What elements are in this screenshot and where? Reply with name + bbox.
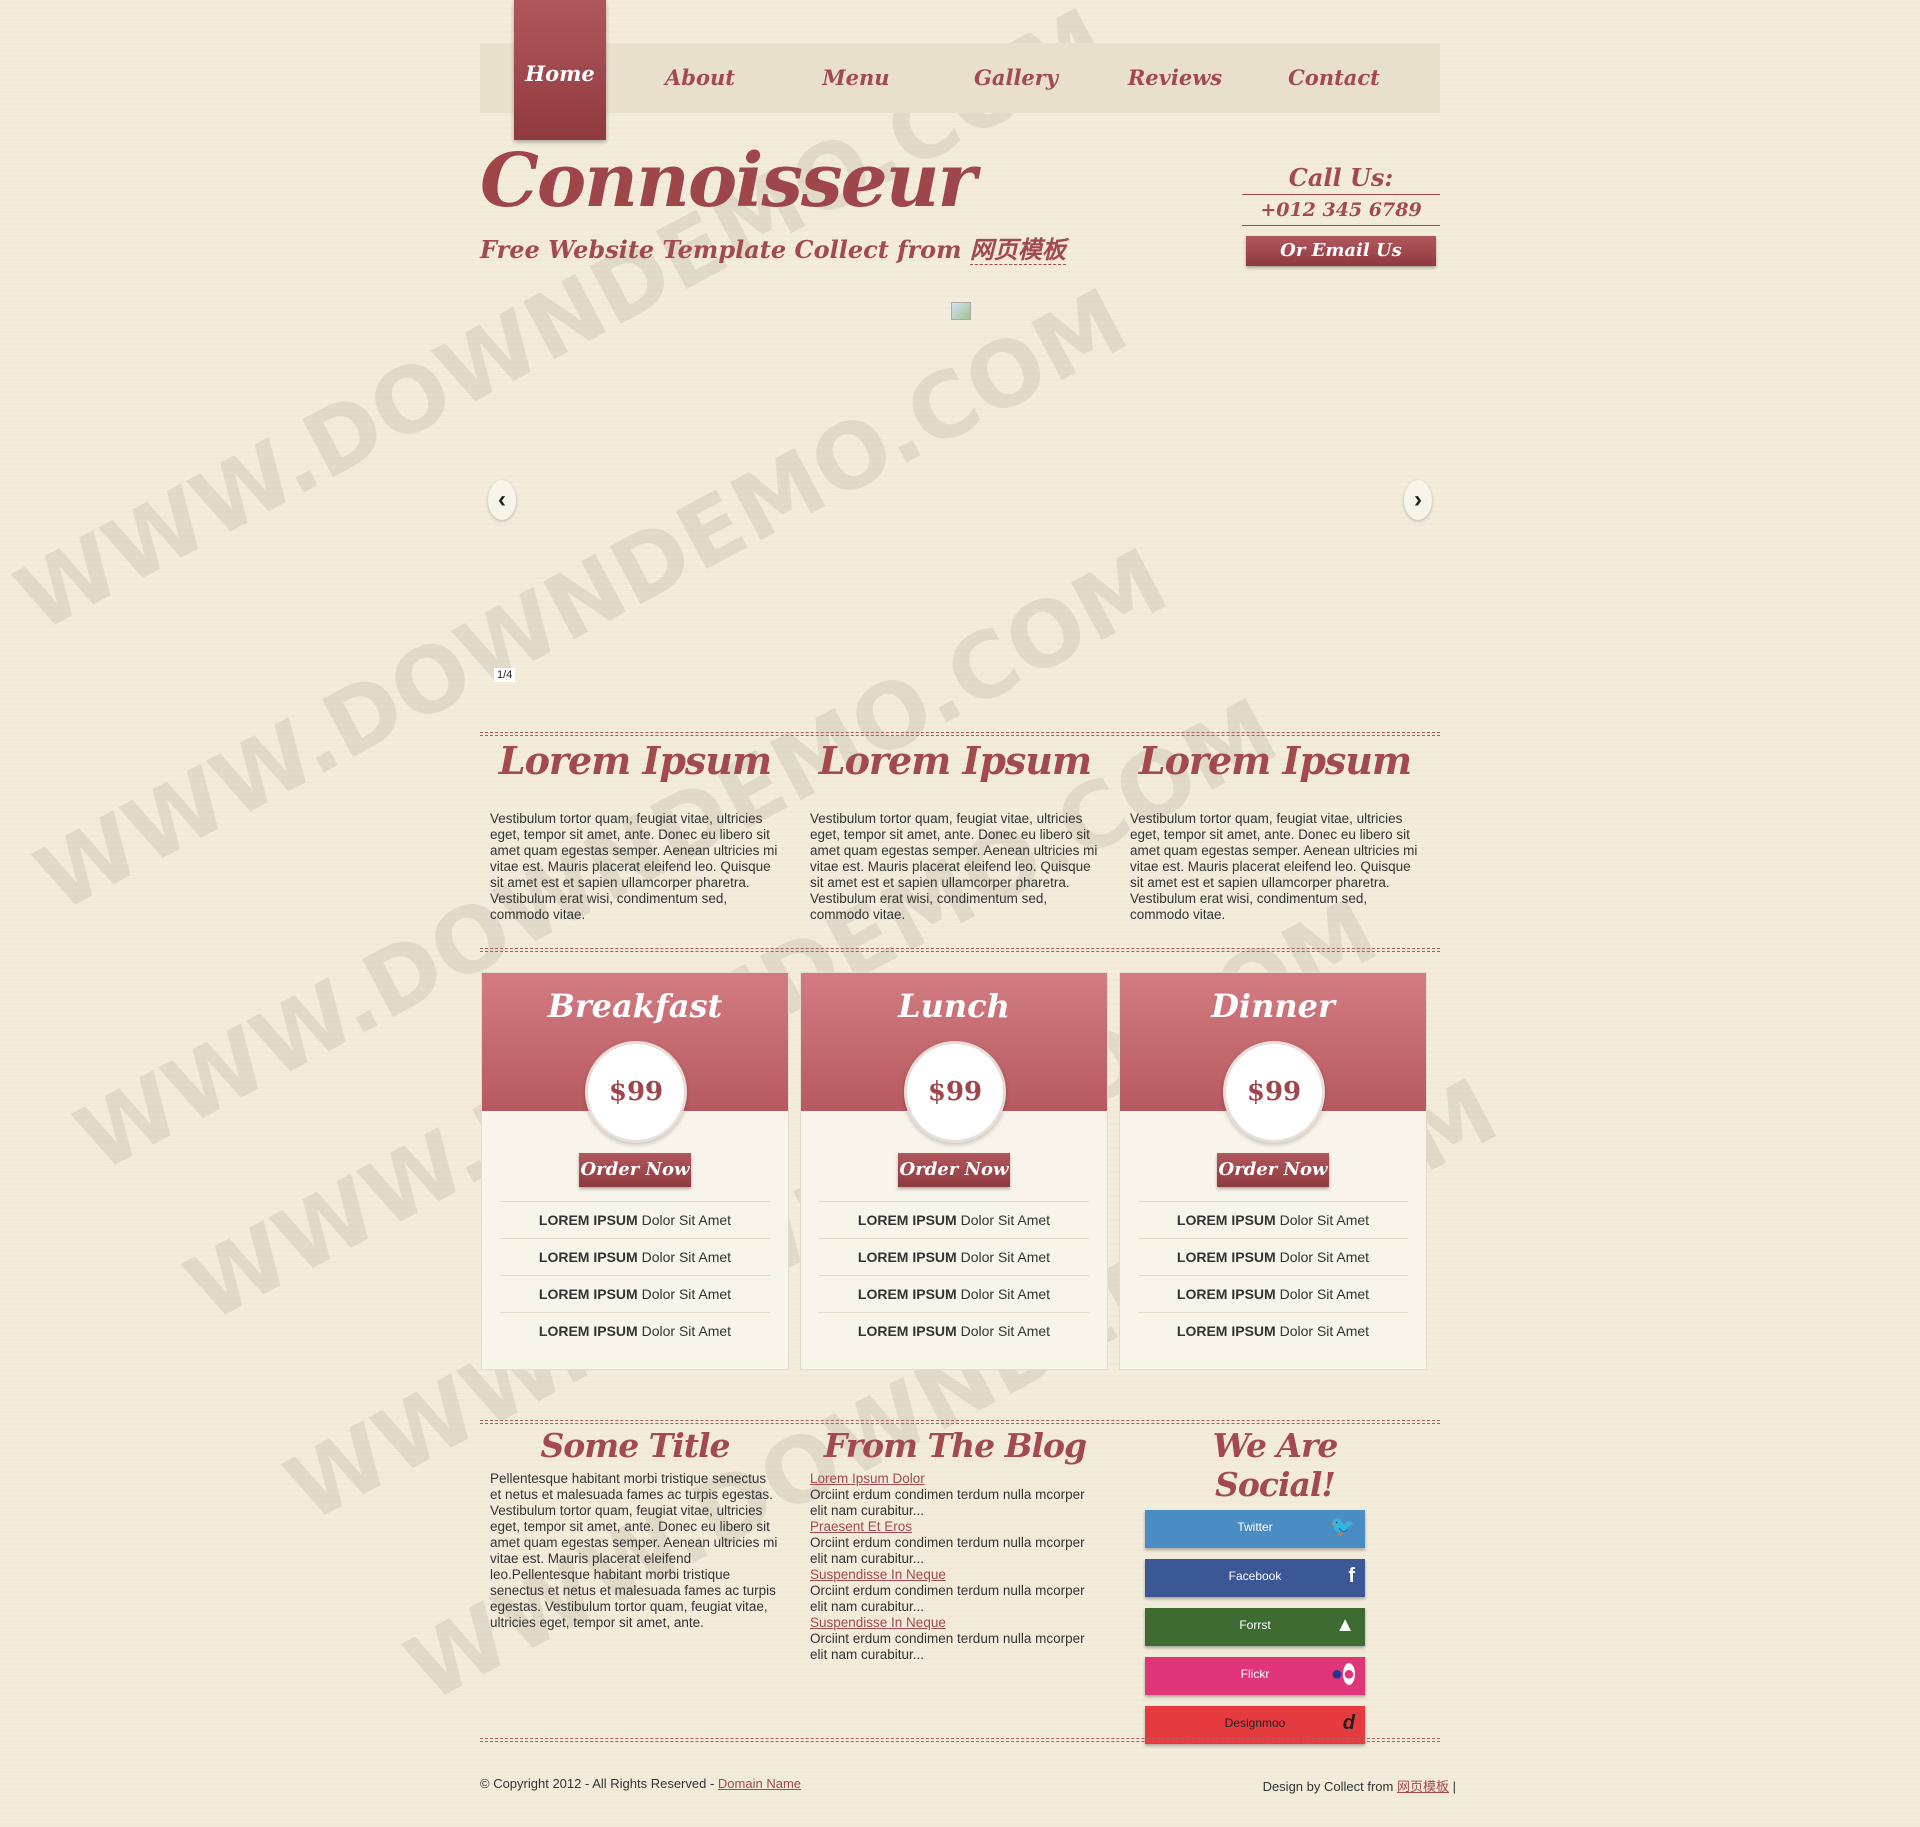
phone-number: +012 345 6789 <box>1242 195 1440 226</box>
pricing-card-lunch: Lunch $99 Order Now LOREM IPSUM Dolor Si… <box>800 972 1108 1370</box>
intro-title: Lorem Ipsum <box>498 738 772 783</box>
forrst-button[interactable]: Forrst ▲ <box>1145 1608 1365 1646</box>
social-label: Designmoo <box>1224 1716 1286 1730</box>
price-badge: $99 <box>1223 1041 1325 1143</box>
nav-home-label: Home <box>525 61 595 86</box>
tagline-link[interactable]: 网页模板 <box>969 235 1066 265</box>
copyright: © Copyright 2012 - All Rights Reserved -… <box>480 1776 801 1791</box>
feature-item: LOREM IPSUM Dolor Sit Amet <box>819 1275 1089 1312</box>
divider <box>480 948 1440 952</box>
design-credit-link[interactable]: 网页模板 <box>1397 1779 1449 1794</box>
slider-counter: 1/4 <box>494 668 516 682</box>
nav-item-menu[interactable]: Menu <box>806 43 906 113</box>
feature-item: LOREM IPSUM Dolor Sit Amet <box>500 1312 770 1349</box>
divider <box>480 1738 1440 1742</box>
blog-widget: From The Blog Lorem Ipsum Dolor Orciint … <box>810 1426 1100 1663</box>
pricing-card-breakfast: Breakfast $99 Order Now LOREM IPSUM Dolo… <box>481 972 789 1370</box>
facebook-button[interactable]: Facebook f <box>1145 1559 1365 1597</box>
feature-item: LOREM IPSUM Dolor Sit Amet <box>500 1275 770 1312</box>
designmoo-icon: d <box>1342 1712 1355 1734</box>
feature-item: LOREM IPSUM Dolor Sit Amet <box>1138 1275 1408 1312</box>
feature-item: LOREM IPSUM Dolor Sit Amet <box>1138 1312 1408 1349</box>
twitter-button[interactable]: Twitter 🐦 <box>1145 1510 1365 1548</box>
design-credit-suffix: | <box>1452 1779 1456 1794</box>
card-title: Dinner <box>1211 987 1335 1025</box>
widget-title: From The Blog <box>823 1426 1087 1465</box>
slider-image <box>951 302 971 320</box>
social-widget: We Are Social! Twitter 🐦 Facebook f Forr… <box>1145 1426 1390 1770</box>
feature-list: LOREM IPSUM Dolor Sit Amet LOREM IPSUM D… <box>500 1201 770 1349</box>
flickr-icon: ●● <box>1330 1663 1355 1685</box>
tagline-text: Free Website Template Collect from <box>480 235 962 264</box>
facebook-icon: f <box>1348 1565 1355 1587</box>
blog-post-link[interactable]: Suspendisse In Neque <box>810 1567 1100 1583</box>
nav-item-about[interactable]: About <box>650 43 750 113</box>
call-us-title: Call Us: <box>1242 163 1440 195</box>
divider <box>480 1420 1440 1424</box>
some-title-widget: Some Title Pellentesque habitant morbi t… <box>490 1426 780 1631</box>
intro-text: Vestibulum tortor quam, feugiat vitae, u… <box>810 811 1098 922</box>
pricing-card-dinner: Dinner $99 Order Now LOREM IPSUM Dolor S… <box>1119 972 1427 1370</box>
feature-item: LOREM IPSUM Dolor Sit Amet <box>819 1238 1089 1275</box>
flickr-button[interactable]: Flickr ●● <box>1145 1657 1365 1695</box>
blog-post-excerpt: Orciint erdum condimen terdum nulla mcor… <box>810 1631 1085 1662</box>
site-logo[interactable]: Connoisseur <box>480 138 977 224</box>
forrst-icon: ▲ <box>1335 1614 1355 1636</box>
feature-list: LOREM IPSUM Dolor Sit Amet LOREM IPSUM D… <box>1138 1201 1408 1349</box>
nav-item-reviews[interactable]: Reviews <box>1125 43 1225 113</box>
price-badge: $99 <box>585 1041 687 1143</box>
price-badge: $99 <box>904 1041 1006 1143</box>
call-us-box: Call Us: +012 345 6789 Or Email Us <box>1242 163 1440 266</box>
nav-item-home[interactable]: Home <box>514 0 606 140</box>
copyright-text: © Copyright 2012 - All Rights Reserved - <box>480 1776 715 1791</box>
intro-text: Vestibulum tortor quam, feugiat vitae, u… <box>1130 811 1418 922</box>
order-now-button[interactable]: Order Now <box>579 1153 691 1187</box>
intro-title: Lorem Ipsum <box>1138 738 1412 783</box>
domain-link[interactable]: Domain Name <box>718 1776 801 1791</box>
slider-prev-button[interactable]: ‹ <box>488 480 516 520</box>
chevron-right-icon: › <box>1414 486 1422 513</box>
nav-item-gallery[interactable]: Gallery <box>966 43 1066 113</box>
intro-title: Lorem Ipsum <box>818 738 1092 783</box>
intro-column: Lorem Ipsum Vestibulum tortor quam, feug… <box>810 738 1100 923</box>
design-credit: Design by Collect from 网页模板 | <box>1263 1776 1456 1795</box>
widget-text: Pellentesque habitant morbi tristique se… <box>490 1471 778 1630</box>
widget-title: We Are Social! <box>1212 1426 1339 1504</box>
feature-list: LOREM IPSUM Dolor Sit Amet LOREM IPSUM D… <box>819 1201 1089 1349</box>
design-credit-text: Design by Collect from <box>1262 1779 1394 1794</box>
chevron-left-icon: ‹ <box>498 486 506 513</box>
nav-item-contact[interactable]: Contact <box>1284 43 1384 113</box>
social-label: Facebook <box>1228 1569 1282 1583</box>
site-tagline: Free Website Template Collect from 网页模板 <box>480 230 1066 265</box>
intro-text: Vestibulum tortor quam, feugiat vitae, u… <box>490 811 778 922</box>
card-title: Breakfast <box>547 987 723 1025</box>
intro-column: Lorem Ipsum Vestibulum tortor quam, feug… <box>1130 738 1420 923</box>
intro-column: Lorem Ipsum Vestibulum tortor quam, feug… <box>490 738 780 923</box>
email-us-button[interactable]: Or Email Us <box>1246 236 1436 266</box>
feature-item: LOREM IPSUM Dolor Sit Amet <box>1138 1201 1408 1238</box>
feature-item: LOREM IPSUM Dolor Sit Amet <box>500 1201 770 1238</box>
divider <box>480 732 1440 736</box>
main-nav: About Menu Gallery Reviews Contact <box>480 43 1440 113</box>
blog-post-link[interactable]: Lorem Ipsum Dolor <box>810 1471 1100 1487</box>
order-now-button[interactable]: Order Now <box>1217 1153 1329 1187</box>
blog-post-link[interactable]: Praesent Et Eros <box>810 1519 1100 1535</box>
twitter-icon: 🐦 <box>1330 1516 1355 1538</box>
feature-item: LOREM IPSUM Dolor Sit Amet <box>1138 1238 1408 1275</box>
widget-title: Some Title <box>540 1426 730 1465</box>
blog-post-excerpt: Orciint erdum condimen terdum nulla mcor… <box>810 1487 1085 1518</box>
order-now-button[interactable]: Order Now <box>898 1153 1010 1187</box>
social-label: Forrst <box>1239 1618 1271 1632</box>
blog-post-excerpt: Orciint erdum condimen terdum nulla mcor… <box>810 1583 1085 1614</box>
feature-item: LOREM IPSUM Dolor Sit Amet <box>819 1201 1089 1238</box>
feature-item: LOREM IPSUM Dolor Sit Amet <box>819 1312 1089 1349</box>
social-label: Flickr <box>1240 1667 1270 1681</box>
slider-next-button[interactable]: › <box>1404 480 1432 520</box>
social-label: Twitter <box>1237 1520 1273 1534</box>
blog-post-link[interactable]: Suspendisse In Neque <box>810 1615 1100 1631</box>
card-title: Lunch <box>898 987 1010 1025</box>
blog-post-excerpt: Orciint erdum condimen terdum nulla mcor… <box>810 1535 1085 1566</box>
feature-item: LOREM IPSUM Dolor Sit Amet <box>500 1238 770 1275</box>
